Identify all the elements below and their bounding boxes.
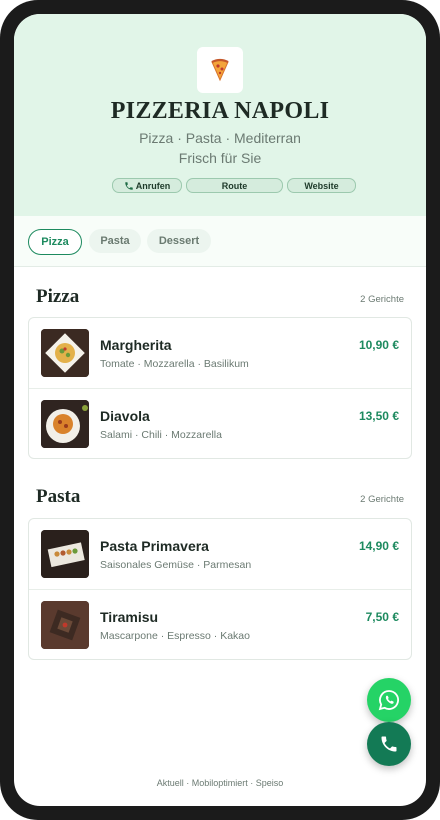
route-button[interactable]: Route	[186, 178, 283, 193]
dish-name: Margherita	[100, 337, 172, 353]
dish-price: 13,50 €	[358, 409, 399, 423]
footer-text: Aktuell · Mobiloptimiert · Speiso	[156, 778, 284, 788]
menu-item[interactable]: Pasta Primavera Saisonales Gemüse · Parm…	[29, 519, 411, 589]
phone-icon	[125, 181, 133, 190]
dish-name: Tiramisu	[100, 609, 159, 625]
tab-pasta[interactable]: Pasta	[89, 229, 141, 253]
dish-description: Salami · Chili · Mozzarella	[100, 429, 222, 441]
restaurant-name: PIZZERIA NAPOLI	[110, 98, 330, 124]
dish-photo	[41, 530, 89, 578]
restaurant-header: PIZZERIA NAPOLI Pizza · Pasta · Mediterr…	[14, 14, 426, 216]
dish-description: Mascarpone · Espresso · Kakao	[100, 630, 250, 642]
whatsapp-button[interactable]	[367, 678, 411, 722]
dish-price: 10,90 €	[358, 338, 399, 352]
category-tabs: Pizza Pasta Dessert	[14, 216, 426, 267]
call-button[interactable]: Anrufen	[112, 178, 182, 193]
website-button-label: Website	[304, 180, 339, 191]
dish-photo	[41, 400, 89, 448]
menu-item[interactable]: Margherita Tomate · Mozzarella · Basilik…	[29, 318, 411, 388]
section-title-pasta: Pasta	[36, 486, 81, 507]
dish-name: Diavola	[100, 408, 150, 424]
restaurant-logo	[197, 47, 243, 93]
call-button-label: Anrufen	[135, 180, 171, 191]
website-button[interactable]: Website	[287, 178, 356, 193]
dish-description: Saisonales Gemüse · Parmesan	[100, 559, 252, 571]
menu-item[interactable]: Diavola Salami · Chili · Mozzarella 13,5…	[29, 388, 411, 459]
device-frame: PIZZERIA NAPOLI Pizza · Pasta · Mediterr…	[0, 0, 440, 820]
whatsapp-icon	[378, 690, 399, 711]
dish-price: 14,90 €	[358, 539, 399, 553]
dish-description: Tomate · Mozzarella · Basilikum	[100, 358, 249, 370]
menu-card-pizza: Margherita Tomate · Mozzarella · Basilik…	[28, 317, 412, 459]
tab-dessert[interactable]: Dessert	[147, 229, 211, 253]
dish-name: Pasta Primavera	[100, 538, 209, 554]
app-screen: PIZZERIA NAPOLI Pizza · Pasta · Mediterr…	[14, 14, 426, 806]
menu-card-pasta: Pasta Primavera Saisonales Gemüse · Parm…	[28, 518, 412, 660]
restaurant-tagline: Frisch für Sie	[178, 150, 262, 166]
dish-photo	[41, 329, 89, 377]
dish-price: 7,50 €	[365, 610, 399, 624]
section-title-pizza: Pizza	[36, 286, 80, 307]
restaurant-cuisine: Pizza · Pasta · Mediterran	[139, 130, 301, 146]
tab-pizza[interactable]: Pizza	[28, 229, 82, 255]
pizza-slice-icon	[211, 58, 229, 82]
call-fab-button[interactable]	[367, 722, 411, 766]
dish-photo	[41, 601, 89, 649]
section-count-pasta: 2 Gerichte	[360, 494, 404, 505]
menu-item[interactable]: Tiramisu Mascarpone · Espresso · Kakao 7…	[29, 589, 411, 660]
route-button-label: Route	[221, 180, 248, 191]
section-count-pizza: 2 Gerichte	[360, 294, 404, 305]
phone-icon	[381, 736, 397, 752]
header-actions: Anrufen Route Website	[112, 178, 356, 193]
